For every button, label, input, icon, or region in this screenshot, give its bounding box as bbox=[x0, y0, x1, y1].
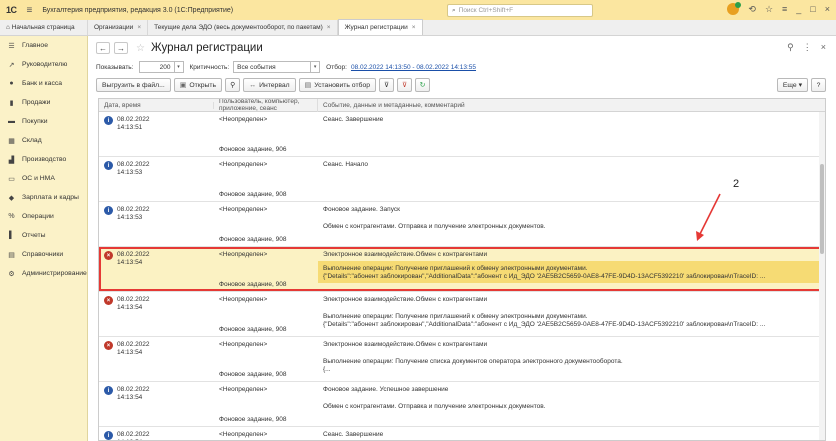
tab-bar: ⌂ Начальная страница Организации × Текущи… bbox=[0, 19, 836, 36]
truck-icon: ▭ bbox=[8, 175, 15, 183]
tab-event-log[interactable]: Журнал регистрации × bbox=[337, 19, 423, 35]
warehouse-icon: ▦ bbox=[8, 137, 15, 145]
menu-icon: ☰ bbox=[8, 42, 15, 50]
close-tab-icon[interactable]: × bbox=[327, 24, 331, 31]
sidebar-item-operations[interactable]: % Операции bbox=[0, 207, 87, 226]
close-icon[interactable]: × bbox=[825, 4, 830, 14]
minimize-icon[interactable]: _ bbox=[796, 4, 801, 14]
book-icon: ▤ bbox=[8, 251, 15, 259]
sidebar-item-reports[interactable]: ▌ Отчеты bbox=[0, 226, 87, 245]
maximize-icon[interactable]: □ bbox=[810, 4, 815, 14]
history-icon[interactable]: ⟲ bbox=[748, 4, 756, 15]
sidebar-item-production[interactable]: ▟ Производство bbox=[0, 150, 87, 169]
tab-organizations[interactable]: Организации × bbox=[88, 20, 149, 35]
sidebar-item-main[interactable]: ☰ Главное bbox=[0, 36, 87, 55]
sidebar-item-purchases[interactable]: ▬ Покупки bbox=[0, 112, 87, 131]
notifications-icon[interactable] bbox=[727, 2, 742, 15]
favorites-icon[interactable]: ☆ bbox=[765, 4, 773, 15]
percent-icon: % bbox=[8, 213, 15, 220]
sidebar-item-warehouse[interactable]: ▦ Склад bbox=[0, 131, 87, 150]
main-content: ← → ☆ Журнал регистрации ⚲ ⋮ × Показыват… bbox=[88, 36, 836, 441]
trend-icon: ↗ bbox=[8, 61, 15, 69]
sidebar: ☰ Главное ↗ Руководителю ● Банк и касса ▮ Пр… bbox=[0, 36, 88, 441]
settings-menu-icon[interactable]: ≡ bbox=[782, 4, 787, 14]
sidebar-item-assets[interactable]: ▭ ОС и НМА bbox=[0, 169, 87, 188]
search-input[interactable]: ⌕ Поиск Ctrl+Shift+F bbox=[447, 4, 593, 17]
gear-icon: ⚙ bbox=[8, 270, 15, 278]
sidebar-item-sales[interactable]: ▮ Продажи bbox=[0, 93, 87, 112]
main-menu-icon[interactable]: ≡ bbox=[27, 5, 33, 16]
title-bar: 1С ≡ Бухгалтерия предприятия, редакция 3… bbox=[0, 0, 836, 20]
annotation-number: 2 bbox=[733, 178, 740, 190]
sidebar-item-admin[interactable]: ⚙ Администрирование bbox=[0, 264, 87, 283]
search-icon: ⌕ bbox=[452, 7, 456, 14]
app-title: Бухгалтерия предприятия, редакция 3.0 (1… bbox=[42, 6, 234, 14]
bank-icon: ● bbox=[9, 80, 14, 87]
close-tab-icon[interactable]: × bbox=[137, 24, 141, 31]
sidebar-item-manager[interactable]: ↗ Руководителю bbox=[0, 55, 87, 74]
app-logo: 1С bbox=[6, 5, 17, 15]
tab-home[interactable]: ⌂ Начальная страница bbox=[0, 20, 88, 35]
factory-icon: ▟ bbox=[8, 156, 15, 164]
cart-icon: ▬ bbox=[8, 118, 15, 125]
sidebar-item-salary[interactable]: ◆ Зарплата и кадры bbox=[0, 188, 87, 207]
sales-icon: ▮ bbox=[9, 99, 14, 107]
sidebar-item-catalogs[interactable]: ▤ Справочники bbox=[0, 245, 87, 264]
person-icon: ◆ bbox=[8, 194, 15, 202]
tab-edo-tasks[interactable]: Текущие дела ЭДО (весь документооборот, … bbox=[148, 20, 338, 35]
chart-icon: ▌ bbox=[9, 232, 14, 239]
close-tab-icon[interactable]: × bbox=[412, 24, 416, 31]
sidebar-item-bank[interactable]: ● Банк и касса bbox=[0, 74, 87, 93]
annotation-arrow bbox=[696, 193, 721, 241]
